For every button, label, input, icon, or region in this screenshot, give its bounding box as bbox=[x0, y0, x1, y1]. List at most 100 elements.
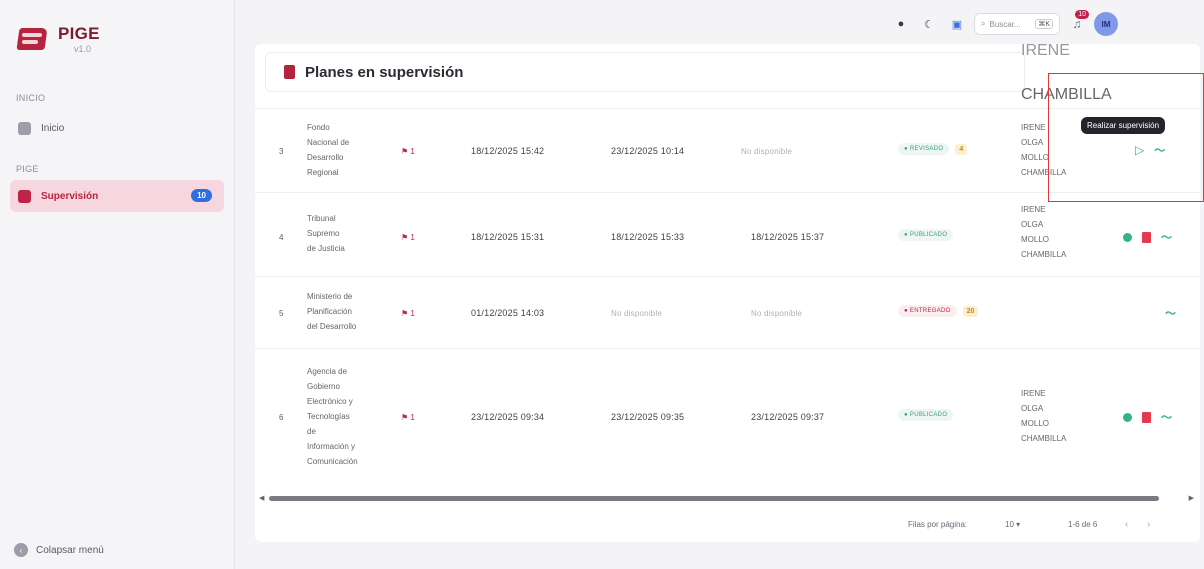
entity-line: de bbox=[307, 427, 316, 436]
sidebar-item-label: Inicio bbox=[41, 122, 65, 134]
flag-indicator: ⚑ 1 bbox=[401, 147, 415, 156]
notifications-button[interactable]: ♫ 10 bbox=[1066, 10, 1089, 35]
date-submitted: 23/12/2025 09:35 bbox=[611, 412, 685, 422]
entity-line: del Desarrollo bbox=[307, 322, 357, 331]
flag-indicator: ⚑ 1 bbox=[401, 233, 415, 242]
person-line: IRENE bbox=[1021, 389, 1046, 398]
brand-logo-icon bbox=[16, 24, 50, 54]
scroll-right-icon[interactable]: ▶ bbox=[1189, 494, 1194, 502]
entity-line: Tribunal bbox=[307, 214, 336, 223]
prev-page-icon[interactable]: ‹ bbox=[1125, 519, 1128, 530]
rows-per-page-label: Filas por página: bbox=[908, 520, 968, 529]
eye-icon[interactable] bbox=[1123, 232, 1132, 242]
avatar[interactable]: IM bbox=[1094, 12, 1118, 36]
section-label-pige: PIGE bbox=[16, 164, 39, 174]
flag-indicator: ⚑ 1 bbox=[401, 413, 415, 422]
eye-icon[interactable] bbox=[1123, 412, 1132, 422]
moon-icon[interactable]: ☾ bbox=[918, 13, 940, 35]
sidebar-item-inicio[interactable]: Inicio bbox=[10, 112, 224, 144]
card-header: Planes en supervisión bbox=[265, 52, 1025, 92]
observations-count: 4 bbox=[955, 143, 968, 155]
status-text: PUBLICADO bbox=[909, 232, 948, 238]
trend-icon[interactable]: 〜 bbox=[1161, 409, 1172, 425]
row-actions: 〜 bbox=[1123, 229, 1172, 245]
status-badge: ● ENTREGADO bbox=[898, 305, 957, 317]
person-line: CHAMBILLA bbox=[1021, 250, 1067, 259]
person-line: MOLLO bbox=[1021, 419, 1050, 428]
supervisor-name: IRENE OLGA MOLLO CHAMBILLA bbox=[1021, 386, 1083, 446]
status-cell: ● REVISADO 4 bbox=[898, 143, 968, 155]
collapse-menu-label: Colapsar menú bbox=[36, 544, 104, 556]
entity-line: Tecnologías bbox=[307, 412, 350, 421]
clipboard-icon bbox=[284, 65, 295, 79]
row-number: 3 bbox=[279, 147, 284, 156]
collapse-menu-button[interactable]: ‹ Colapsar menú bbox=[14, 543, 104, 557]
horizontal-scrollbar[interactable]: ◀ ▶ bbox=[259, 494, 1194, 502]
status-text: REVISADO bbox=[909, 146, 944, 152]
status-text: ENTREGADO bbox=[909, 308, 951, 314]
entity-name: Tribunal Supremo de Justicia bbox=[307, 211, 377, 256]
entity-line: Gobierno bbox=[307, 382, 340, 391]
row-number: 6 bbox=[279, 413, 284, 422]
entity-line: Nacional de bbox=[307, 138, 350, 147]
status-cell: ● PUBLICADO bbox=[898, 229, 954, 241]
monitor-icon[interactable]: ▣ bbox=[946, 13, 968, 35]
date-published: No disponible bbox=[751, 309, 803, 318]
date-published: 23/12/2025 09:37 bbox=[751, 412, 825, 422]
page-title: Planes en supervisión bbox=[305, 63, 464, 81]
person-line: OLGA bbox=[1021, 404, 1044, 413]
row-actions: 〜 bbox=[1165, 305, 1176, 321]
entity-name: Fondo Nacional de Desarrollo Regional bbox=[307, 120, 377, 180]
brand[interactable]: PIGE v1.0 bbox=[16, 24, 100, 54]
date-submitted: No disponible bbox=[611, 309, 663, 318]
section-label-inicio: INICIO bbox=[16, 93, 46, 103]
sidebar-item-supervision[interactable]: Supervisión 10 bbox=[10, 180, 224, 212]
supervision-count-badge: 10 bbox=[191, 189, 212, 202]
pdf-icon[interactable] bbox=[1142, 411, 1151, 423]
entity-name: Ministerio de Planificación del Desarrol… bbox=[307, 289, 377, 334]
scroll-left-icon[interactable]: ◀ bbox=[259, 494, 264, 502]
scrollbar-thumb[interactable] bbox=[269, 496, 1159, 501]
date-created: 18/12/2025 15:42 bbox=[471, 146, 545, 156]
notifications-count: 10 bbox=[1075, 10, 1089, 19]
row-actions: 〜 bbox=[1123, 409, 1172, 425]
person-line: MOLLO bbox=[1021, 235, 1050, 244]
entity-line: Comunicación bbox=[307, 457, 358, 466]
trend-icon[interactable]: 〜 bbox=[1165, 305, 1176, 321]
search-icon: ⌕ bbox=[981, 19, 986, 28]
chevron-left-icon: ‹ bbox=[14, 543, 28, 557]
search-input[interactable]: ⌕ Buscar... ⌘K bbox=[974, 13, 1060, 35]
date-created: 23/12/2025 09:34 bbox=[471, 412, 545, 422]
date-submitted: 18/12/2025 15:33 bbox=[611, 232, 685, 242]
date-published: 18/12/2025 15:37 bbox=[751, 232, 825, 242]
row-number: 4 bbox=[279, 233, 284, 242]
status-cell: ● ENTREGADO 20 bbox=[898, 305, 979, 317]
entity-line: Supremo bbox=[307, 229, 340, 238]
status-badge: ● PUBLICADO bbox=[898, 229, 954, 241]
flag-count: 1 bbox=[410, 309, 415, 318]
flag-count: 1 bbox=[410, 147, 415, 156]
date-created: 01/12/2025 14:03 bbox=[471, 308, 545, 318]
home-icon bbox=[18, 121, 31, 135]
pagination: Filas por página: 10 ▾ 1-6 de 6 ‹ › bbox=[255, 514, 1200, 534]
next-page-icon[interactable]: › bbox=[1147, 519, 1150, 530]
supervisor-name: IRENE OLGA MOLLO CHAMBILLA bbox=[1021, 202, 1083, 262]
pdf-icon[interactable] bbox=[1142, 231, 1151, 243]
date-created: 18/12/2025 15:31 bbox=[471, 232, 545, 242]
rows-per-page-select[interactable]: 10 ▾ bbox=[1005, 520, 1020, 529]
brand-version: v1.0 bbox=[74, 44, 92, 54]
rows-per-page-value: 10 bbox=[1005, 520, 1014, 529]
row-number: 5 bbox=[279, 309, 284, 318]
sidebar-item-label: Supervisión bbox=[41, 190, 99, 202]
entity-line: Electrónico y bbox=[307, 397, 353, 406]
flag-count: 1 bbox=[410, 233, 415, 242]
table-row: 4 Tribunal Supremo de Justicia ⚑ 1 18/12… bbox=[255, 192, 1200, 276]
entity-line: Planificación bbox=[307, 307, 352, 316]
date-submitted: 23/12/2025 10:14 bbox=[611, 146, 685, 156]
trend-icon[interactable]: 〜 bbox=[1161, 229, 1172, 245]
entity-line: Regional bbox=[307, 168, 339, 177]
entity-line: Fondo bbox=[307, 123, 330, 132]
status-badge: ● PUBLICADO bbox=[898, 409, 954, 421]
sun-icon[interactable]: ● bbox=[890, 13, 912, 35]
entity-line: de Justicia bbox=[307, 244, 345, 253]
